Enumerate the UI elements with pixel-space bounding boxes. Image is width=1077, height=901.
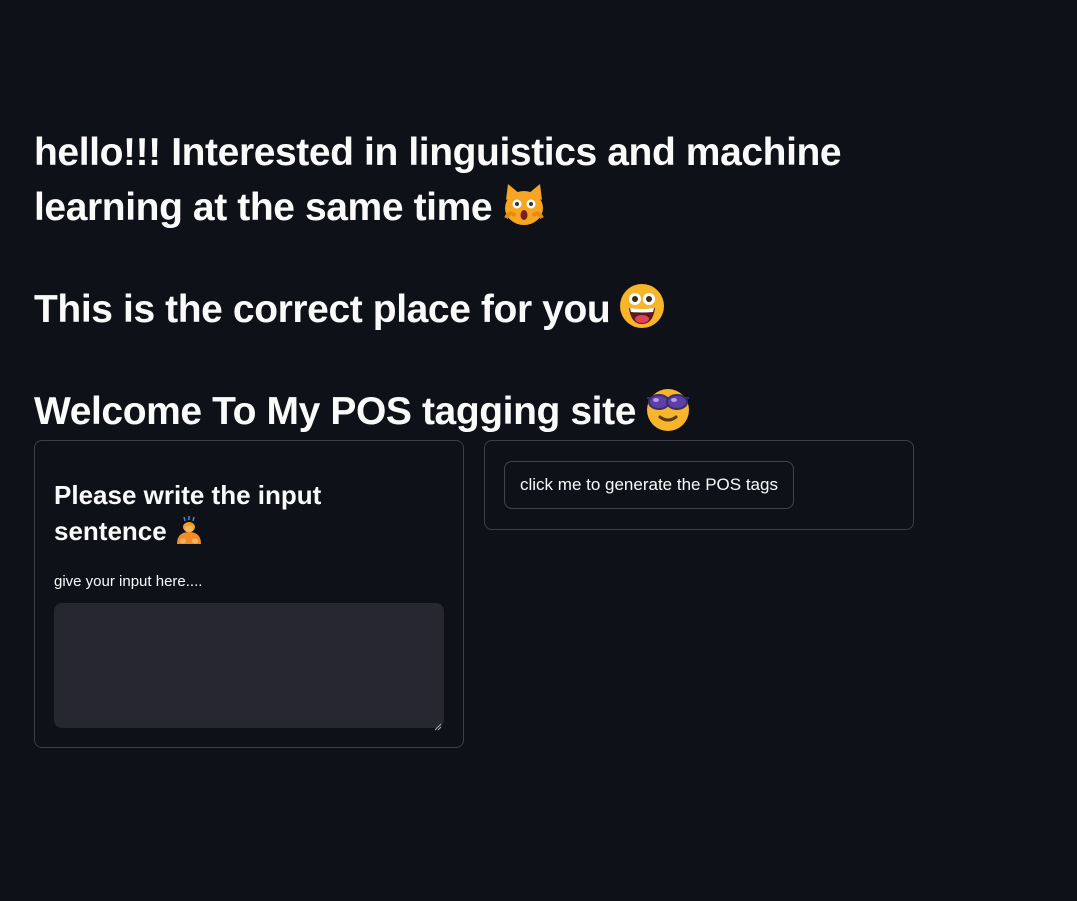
input-label: give your input here....: [54, 573, 203, 590]
scream-cat-icon: [500, 180, 548, 243]
hero-heading-3: Welcome To My POS tagging site: [34, 384, 914, 447]
hero-section: hello!!! Interested in linguistics and m…: [34, 126, 914, 447]
hero-heading-1: hello!!! Interested in linguistics and m…: [34, 126, 914, 243]
sentence-input[interactable]: [54, 603, 444, 728]
person-bowing-icon: [173, 514, 205, 555]
action-card: click me to generate the POS tags: [484, 440, 914, 530]
hero-heading-3-text: Welcome To My POS tagging site: [34, 390, 636, 433]
hero-heading-2-text: This is the correct place for you: [34, 288, 611, 331]
input-card-title: Please write the input sentence: [54, 477, 384, 555]
hero-heading-1-text: hello!!! Interested in linguistics and m…: [34, 131, 842, 229]
hero-heading-2: This is the correct place for you: [34, 282, 914, 345]
input-card: Please write the input sentence give you…: [34, 440, 464, 748]
app-page: hello!!! Interested in linguistics and m…: [0, 0, 1077, 901]
generate-pos-tags-button[interactable]: click me to generate the POS tags: [504, 461, 794, 509]
grinning-face-icon: [618, 282, 666, 345]
sunglasses-face-icon: [644, 384, 692, 447]
resize-handle-icon[interactable]: [434, 718, 442, 731]
